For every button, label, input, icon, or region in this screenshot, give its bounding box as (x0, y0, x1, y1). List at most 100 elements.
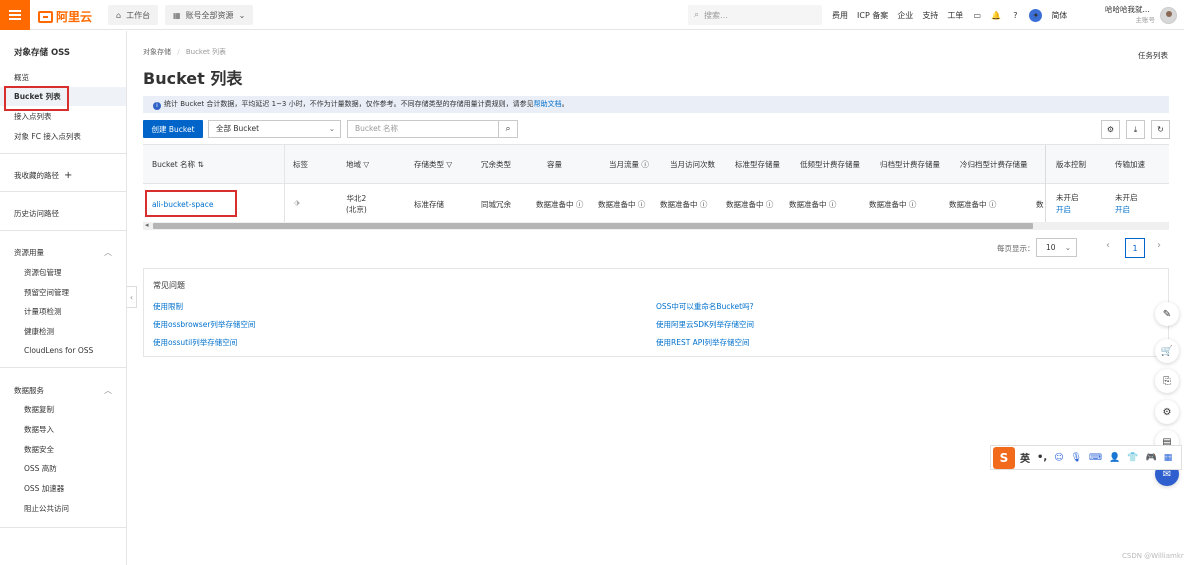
bucket-search-input[interactable]: Bucket 名称 (347, 120, 498, 138)
column-header-storage-type[interactable]: 存储类型 ▽ (414, 145, 452, 184)
next-page-button[interactable]: › (1157, 240, 1161, 251)
task-list-link[interactable]: 任务列表 (1138, 50, 1168, 61)
search-button[interactable]: ⌕ (498, 120, 518, 138)
page-title: Bucket 列表 (143, 69, 243, 88)
help-icon[interactable]: ⓘ (700, 200, 708, 209)
language-switch[interactable]: 简体 (1051, 10, 1067, 21)
chevron-up-icon[interactable]: ︿ (104, 385, 112, 396)
faq-link[interactable]: 使用REST API列举存储空间 (656, 337, 750, 348)
divider (0, 153, 126, 154)
ime-mode-toggle[interactable]: 英 (1020, 450, 1030, 465)
brand-logo[interactable]: 阿里云 (38, 8, 92, 25)
sidebar-item-data-security[interactable]: 数据安全 (24, 444, 54, 455)
sidebar-item-favorites[interactable]: 我收藏的路径 + (14, 170, 72, 181)
grid-icon[interactable]: ▦ (1164, 453, 1173, 463)
keyboard-icon[interactable]: ⌨ (1089, 453, 1102, 463)
skin-icon[interactable]: 👕 (1127, 453, 1138, 463)
top-link-enterprise[interactable]: 企业 (897, 10, 913, 21)
column-header-name[interactable]: Bucket 名称 ⇅ (152, 145, 204, 184)
terminal-icon[interactable]: ▭ (972, 10, 982, 20)
bucket-filter-select[interactable]: 全部 Bucket ⌄ (208, 120, 341, 138)
user-menu[interactable]: 哈哈哈我就... 主账号 (1105, 4, 1155, 26)
sidebar-item-cloudlens[interactable]: CloudLens for OSS (24, 346, 93, 355)
sort-icon[interactable]: ⇅ (197, 160, 203, 169)
sidebar-collapse-button[interactable]: ‹ (127, 286, 137, 308)
create-bucket-button[interactable]: 创建 Bucket (143, 120, 203, 138)
sidebar-item-overview[interactable]: 概览 (14, 72, 29, 83)
document-float-button[interactable]: ⎘ (1155, 369, 1179, 393)
sidebar-item-health-check[interactable]: 健康检测 (24, 326, 54, 337)
page-number-current[interactable]: 1 (1125, 238, 1145, 258)
menu-icon[interactable] (0, 0, 30, 30)
edit-float-button[interactable]: ✎ (1155, 302, 1179, 326)
horizontal-scrollbar[interactable]: ◂ (143, 221, 1169, 230)
user-icon[interactable]: 👤 (1109, 453, 1120, 463)
enable-versioning-link[interactable]: 开启 (1056, 204, 1079, 216)
help-icon[interactable]: ⓘ (766, 200, 774, 209)
sidebar-group-resource[interactable]: 资源用量 (14, 247, 44, 258)
sidebar-item-resource-packages[interactable]: 资源包管理 (24, 267, 62, 278)
storage-type-cell: 标准存储 (414, 200, 444, 209)
filter-icon[interactable]: ▽ (363, 160, 369, 169)
workbench-button[interactable]: ⌂ 工作台 (108, 5, 159, 25)
chevron-left-icon: ‹ (129, 292, 134, 302)
sidebar-item-block-public-access[interactable]: 阻止公共访问 (24, 503, 69, 514)
prev-page-button[interactable]: ‹ (1106, 240, 1110, 251)
sidebar-item-metering-check[interactable]: 计量项检测 (24, 306, 62, 317)
chevron-up-icon[interactable]: ︿ (104, 247, 112, 258)
help-icon[interactable]: ⓘ (989, 200, 997, 209)
help-doc-link[interactable]: 帮助文档 (534, 100, 562, 108)
faq-link[interactable]: 使用ossbrowser列举存储空间 (153, 319, 255, 330)
help-icon[interactable]: ⓘ (576, 200, 584, 209)
sidebar-item-reserved-space[interactable]: 预留空间管理 (24, 287, 69, 298)
game-icon[interactable]: 🎮 (1145, 453, 1156, 463)
notice-period: 。 (561, 100, 569, 108)
global-search-input[interactable]: ⌕ 搜索... (688, 5, 822, 25)
help-icon[interactable]: ⓘ (641, 160, 649, 169)
faq-link[interactable]: 使用阿里云SDK列举存储空间 (656, 319, 754, 330)
top-link-icp[interactable]: ICP 备案 (857, 10, 888, 21)
download-button[interactable]: ⤓ (1126, 120, 1145, 139)
refresh-button[interactable]: ↻ (1151, 120, 1170, 139)
help-icon[interactable]: ⓘ (909, 200, 917, 209)
account-scope-dropdown[interactable]: ▦ 账号全部资源 ⌄ (165, 5, 254, 25)
faq-link[interactable]: 使用限制 (153, 301, 183, 312)
brand-name: 阿里云 (56, 10, 93, 24)
breadcrumb-item[interactable]: 对象存储 (143, 48, 171, 56)
scroll-left-icon[interactable]: ◂ (145, 221, 149, 229)
column-header-region[interactable]: 地域 ▽ (346, 145, 369, 184)
sidebar-item-data-import[interactable]: 数据导入 (24, 424, 54, 435)
faq-link[interactable]: OSS中可以重命名Bucket吗? (656, 301, 754, 312)
plus-icon[interactable]: + (64, 170, 72, 181)
top-link-support[interactable]: 支持 (922, 10, 938, 21)
emoji-icon[interactable]: ☺ (1054, 453, 1063, 463)
help-icon[interactable]: ? (1010, 10, 1020, 20)
top-link-billing[interactable]: 费用 (832, 10, 848, 21)
help-icon[interactable]: ⓘ (638, 200, 646, 209)
sidebar-item-oss-accelerator[interactable]: OSS 加速器 (24, 483, 64, 494)
sidebar-item-data-replication[interactable]: 数据复制 (24, 404, 54, 415)
filter-icon[interactable]: ▽ (446, 160, 452, 169)
faq-link[interactable]: 使用ossutil列举存储空间 (153, 337, 237, 348)
scrollbar-thumb[interactable] (153, 223, 1033, 229)
cart-float-button[interactable]: 🛒 (1155, 339, 1179, 363)
sidebar-item-fc-access-points[interactable]: 对象 FC 接入点列表 (14, 131, 81, 142)
globe-icon[interactable]: ✦ (1029, 8, 1043, 22)
punctuation-icon[interactable]: •, (1037, 452, 1047, 463)
help-icon[interactable]: ⓘ (829, 200, 837, 209)
enable-acceleration-link[interactable]: 开启 (1115, 204, 1138, 216)
microphone-icon[interactable]: 🎙 (1071, 453, 1082, 463)
page-size-select[interactable]: 10 ⌄ (1036, 238, 1077, 257)
settings-button[interactable]: ⚙ (1101, 120, 1120, 139)
sidebar-group-data[interactable]: 数据服务 (14, 385, 44, 396)
avatar[interactable] (1160, 7, 1177, 24)
sidebar-item-access-points[interactable]: 接入点列表 (14, 111, 52, 122)
sogou-logo-icon[interactable]: S (993, 446, 1015, 469)
bell-icon[interactable]: 🔔 (991, 10, 1001, 20)
sidebar-item-history[interactable]: 历史访问路径 (14, 208, 59, 219)
settings-float-button[interactable]: ⚙ (1155, 400, 1179, 424)
top-link-ticket[interactable]: 工单 (947, 10, 963, 21)
user-type: 主账号 (1135, 16, 1156, 24)
sidebar-item-oss-ddos[interactable]: OSS 高防 (24, 463, 57, 474)
tag-icon[interactable]: ⬗ (294, 198, 300, 207)
